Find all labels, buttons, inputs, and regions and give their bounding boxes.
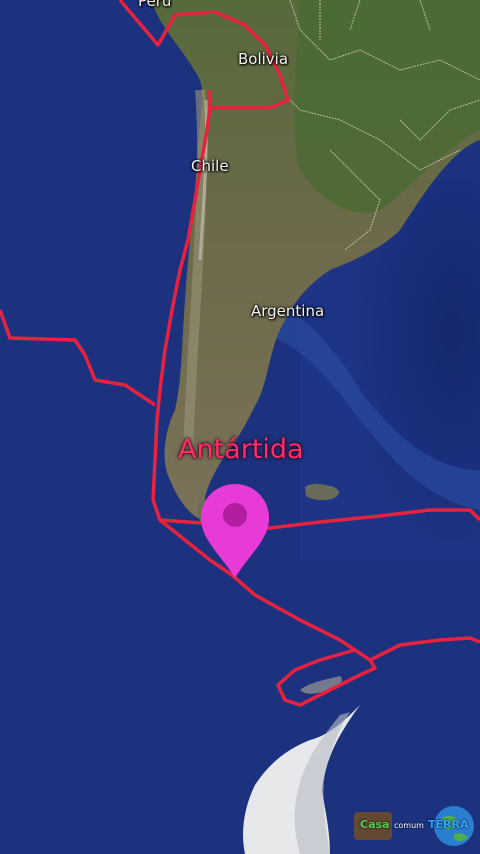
logo-word-terra: TERRA <box>428 818 469 831</box>
label-chile: Chile <box>191 157 229 175</box>
label-bolivia: Bolivia <box>238 50 289 68</box>
logo-word-casa: Casa <box>360 818 390 831</box>
label-antartida: Antártida <box>178 434 304 465</box>
satellite-map[interactable]: Peru Bolivia Chile Argentina Antártida C… <box>0 0 480 854</box>
map-background <box>0 0 480 854</box>
watermark-logo: Casa comum TERRA <box>350 804 478 850</box>
map-pin-icon[interactable] <box>198 482 272 580</box>
label-peru: Peru <box>138 0 172 10</box>
label-argentina: Argentina <box>251 302 325 320</box>
logo-word-comum: comum <box>394 821 424 830</box>
